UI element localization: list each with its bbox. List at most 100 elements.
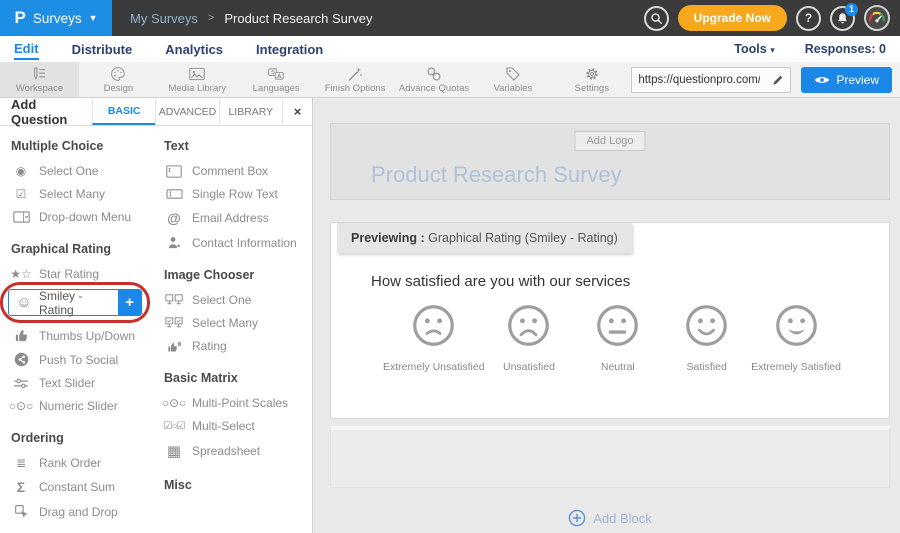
survey-title[interactable]: Product Research Survey: [371, 162, 622, 188]
account-avatar[interactable]: [864, 5, 890, 31]
sidebar-columns: Multiple Choice ◉ Select One ☑ Select Ma…: [0, 126, 312, 533]
sidebar-item-image-select-one[interactable]: Select One: [161, 290, 306, 310]
toolbar-design[interactable]: Design: [79, 62, 158, 97]
tab-edit[interactable]: Edit: [14, 39, 39, 60]
add-smiley-question-button[interactable]: +: [118, 290, 141, 315]
add-block-button[interactable]: Add Block: [330, 509, 890, 527]
rating-option-extremely-satisfied[interactable]: Extremely Satisfied: [751, 303, 841, 373]
sidebar-item-image-rating[interactable]: Rating: [161, 336, 306, 356]
preview-button[interactable]: Preview: [801, 67, 892, 93]
ordered-list-icon: ≣: [11, 456, 31, 470]
notification-badge: 1: [845, 3, 858, 16]
search-button[interactable]: [644, 6, 669, 31]
smiley-sad-icon: [506, 303, 551, 348]
add-logo-button[interactable]: Add Logo: [574, 131, 645, 151]
edit-url-button[interactable]: [766, 74, 790, 86]
item-label: Push To Social: [39, 353, 118, 367]
section-graphical-rating: Graphical Rating ★☆ Star Rating ☺ Smiley…: [8, 242, 153, 416]
close-sidebar-button[interactable]: ×: [282, 98, 312, 125]
rating-option-neutral[interactable]: Neutral: [573, 303, 662, 373]
toolbar-media-library[interactable]: Media Library: [158, 62, 237, 97]
sidebar-item-dropdown-menu[interactable]: Drop-down Menu: [8, 207, 153, 227]
sidebar-column-1: Multiple Choice ◉ Select One ☑ Select Ma…: [8, 136, 153, 533]
upgrade-now-button[interactable]: Upgrade Now: [678, 5, 787, 31]
help-button[interactable]: ?: [796, 6, 821, 31]
rating-label: Extremely Unsatisfied: [383, 361, 485, 373]
edit-toolbar: Workspace Design Media Library Languages…: [0, 62, 900, 98]
rating-option-satisfied[interactable]: Satisfied: [662, 303, 751, 373]
tool-label: Finish Options: [325, 83, 386, 94]
breadcrumb: My Surveys > Product Research Survey: [130, 11, 372, 26]
sidebar-item-push-to-social[interactable]: Push To Social: [8, 349, 153, 370]
sidebar-item-drag-and-drop[interactable]: Drag and Drop: [8, 501, 153, 522]
thumbs-up-icon: [11, 328, 31, 343]
add-question-title: Add Question: [0, 98, 92, 125]
sidebar-item-rank-order[interactable]: ≣ Rank Order: [8, 453, 153, 473]
tab-basic[interactable]: BASIC: [92, 98, 155, 125]
magic-wand-icon: [347, 66, 363, 82]
sidebar-item-select-many[interactable]: ☑ Select Many: [8, 184, 153, 204]
sidebar-item-multi-point-scales[interactable]: ○⊙○ Multi-Point Scales: [161, 393, 306, 413]
tool-label: Languages: [253, 83, 300, 94]
image-icon: [189, 66, 205, 82]
drag-pointer-icon: [11, 504, 31, 519]
item-label: Single Row Text: [192, 187, 278, 201]
sidebar-item-select-one[interactable]: ◉ Select One: [8, 161, 153, 181]
table-icon: ▦: [164, 442, 184, 460]
sidebar-item-smiley-rating[interactable]: ☺ Smiley - Rating +: [8, 289, 142, 316]
toolbar-right: Preview: [631, 62, 900, 97]
toolbar-languages[interactable]: Languages: [237, 62, 316, 97]
sidebar-item-comment-box[interactable]: Comment Box: [161, 161, 306, 181]
topbar-actions: Upgrade Now ? 1: [644, 5, 900, 31]
survey-url-input[interactable]: [632, 74, 766, 86]
multi-select-icon: ☑○☑: [164, 421, 184, 432]
toolbar-advance-quotas[interactable]: Advance Quotas: [395, 62, 474, 97]
sidebar-item-multi-select[interactable]: ☑○☑ Multi-Select: [161, 416, 306, 436]
item-label: Multi-Point Scales: [192, 396, 288, 410]
sidebar-item-thumbs-up-down[interactable]: Thumbs Up/Down: [8, 325, 153, 346]
plus-circle-icon: [568, 509, 586, 527]
toolbar-settings[interactable]: Settings: [552, 62, 631, 97]
tools-menu[interactable]: Tools ▾: [734, 40, 774, 58]
product-switcher[interactable]: P Surveys ▼: [0, 0, 112, 36]
image-pair-icon: [164, 294, 184, 307]
topbar: P Surveys ▼ My Surveys > Product Researc…: [0, 0, 900, 36]
sidebar-item-email-address[interactable]: @ Email Address: [161, 207, 306, 229]
sidebar-item-contact-information[interactable]: Contact Information: [161, 232, 306, 253]
item-label: Comment Box: [192, 164, 268, 178]
survey-header-block[interactable]: Add Logo Product Research Survey: [330, 123, 890, 200]
rating-option-extremely-unsatisfied[interactable]: Extremely Unsatisfied: [383, 303, 485, 373]
tab-integration[interactable]: Integration: [256, 40, 323, 59]
tab-library[interactable]: LIBRARY: [219, 98, 282, 125]
item-label: Select One: [192, 293, 251, 307]
notifications-button[interactable]: 1: [830, 6, 855, 31]
at-sign-icon: @: [164, 210, 184, 226]
sidebar-item-spreadsheet[interactable]: ▦ Spreadsheet: [161, 439, 306, 463]
sidebar-item-text-slider[interactable]: Text Slider: [8, 373, 153, 393]
add-question-sidebar: Add Question BASIC ADVANCED LIBRARY × Mu…: [0, 98, 313, 533]
single-row-icon: [164, 189, 184, 199]
survey-url-field: [631, 67, 791, 93]
empty-survey-block[interactable]: [330, 426, 890, 488]
sidebar-item-numeric-slider[interactable]: ○⊙○ Numeric Slider: [8, 396, 153, 416]
sidebar-item-single-row-text[interactable]: Single Row Text: [161, 184, 306, 204]
rating-label: Extremely Satisfied: [751, 361, 841, 373]
item-label: Email Address: [192, 211, 269, 225]
rating-option-unsatisfied[interactable]: Unsatisfied: [485, 303, 574, 373]
tab-distribute[interactable]: Distribute: [72, 40, 133, 59]
sidebar-item-constant-sum[interactable]: Σ Constant Sum: [8, 476, 153, 498]
sidebar-item-image-select-many[interactable]: Select Many: [161, 313, 306, 333]
tab-advanced[interactable]: ADVANCED: [155, 98, 218, 125]
smiley-rating-scale: Extremely Unsatisfied Unsatisfied Neutra…: [331, 290, 889, 373]
tool-label: Workspace: [16, 83, 63, 94]
toolbar-variables[interactable]: Variables: [473, 62, 552, 97]
toolbar-finish-options[interactable]: Finish Options: [316, 62, 395, 97]
star-rating-icon: ★☆: [11, 267, 31, 281]
tab-analytics[interactable]: Analytics: [165, 40, 223, 59]
section-heading: Basic Matrix: [164, 371, 306, 385]
rating-label: Satisfied: [687, 361, 727, 373]
sidebar-item-star-rating[interactable]: ★☆ Star Rating: [8, 264, 153, 284]
responses-count[interactable]: Responses: 0: [805, 40, 886, 58]
toolbar-workspace[interactable]: Workspace: [0, 62, 79, 97]
breadcrumb-my-surveys[interactable]: My Surveys: [130, 11, 198, 26]
